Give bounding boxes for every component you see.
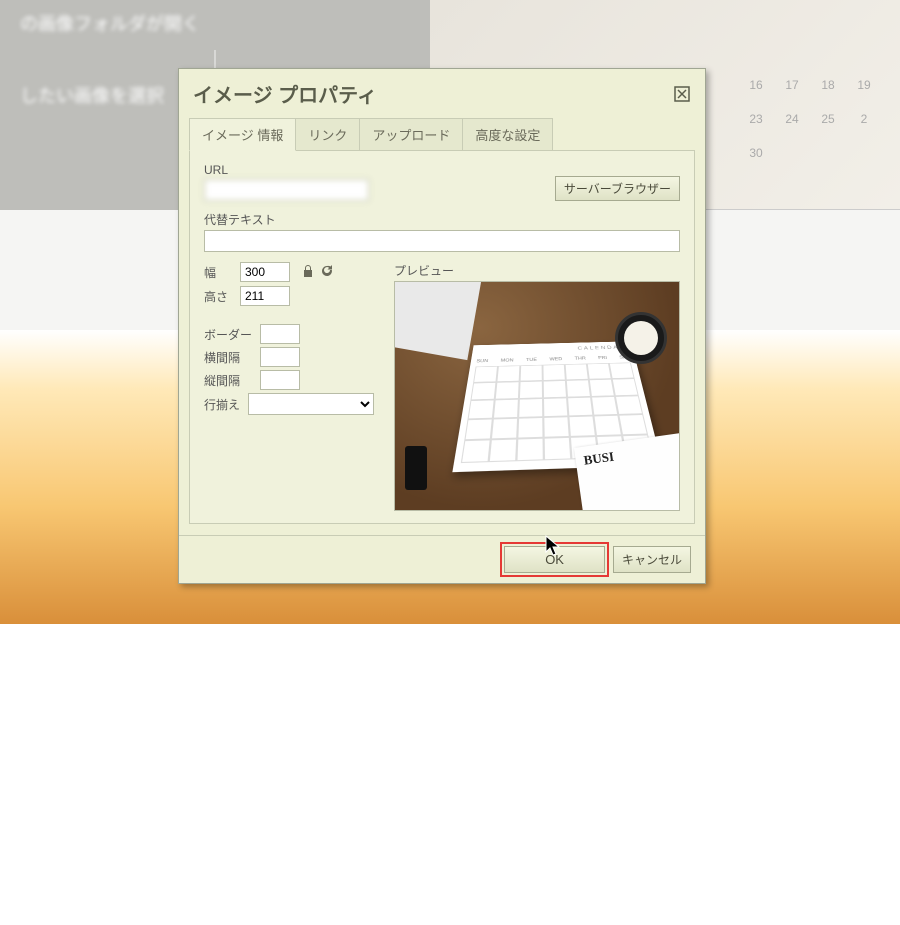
align-label: 行揃え — [204, 396, 244, 413]
ok-button[interactable]: OK — [504, 546, 605, 573]
preview-phone-icon — [405, 446, 427, 490]
alt-text-input[interactable] — [204, 230, 680, 252]
preview-column: プレビュー CALENDAR SUN MON TUE WED T — [394, 262, 680, 511]
vspace-label: 縦間隔 — [204, 372, 256, 389]
url-input[interactable] — [204, 179, 369, 201]
bg-instruction-line1: の画像フォルダが開く — [20, 10, 410, 36]
border-label: ボーダー — [204, 326, 256, 343]
border-input[interactable] — [260, 324, 300, 344]
tab-image-info[interactable]: イメージ 情報 — [189, 118, 296, 151]
dialog-close-button[interactable] — [673, 85, 691, 103]
dialog-footer: OK キャンセル — [179, 535, 705, 583]
vspace-input[interactable] — [260, 370, 300, 390]
width-input[interactable] — [240, 262, 290, 282]
tab-advanced[interactable]: 高度な設定 — [462, 118, 553, 151]
height-input[interactable] — [240, 286, 290, 306]
align-select[interactable] — [248, 393, 374, 415]
image-properties-dialog: イメージ プロパティ イメージ 情報 リンク アップロード 高度な設定 URL … — [178, 68, 706, 584]
tab-upload[interactable]: アップロード — [359, 118, 463, 151]
browse-server-button[interactable]: サーバーブラウザー — [555, 176, 680, 201]
size-and-spacing-column: 幅 高さ ボー — [204, 262, 374, 511]
hspace-input[interactable] — [260, 347, 300, 367]
preview-laptop-icon — [394, 281, 481, 360]
url-label: URL — [204, 163, 549, 177]
dialog-title-text: イメージ プロパティ — [193, 79, 377, 108]
preview-label: プレビュー — [394, 262, 680, 279]
tab-link[interactable]: リンク — [295, 118, 360, 151]
tab-body-image-info: URL サーバーブラウザー 代替テキスト 幅 — [189, 150, 695, 524]
width-label: 幅 — [204, 264, 234, 281]
close-icon — [674, 86, 690, 102]
dialog-titlebar: イメージ プロパティ — [179, 69, 705, 118]
hspace-label: 横間隔 — [204, 349, 256, 366]
alt-label: 代替テキスト — [204, 211, 680, 228]
bg-calendar-numbers: 16171819 2324252 30 — [738, 78, 882, 180]
reset-size-icon[interactable] — [320, 264, 334, 281]
lock-aspect-icon[interactable] — [302, 264, 314, 281]
height-label: 高さ — [204, 288, 234, 305]
preview-pane: CALENDAR SUN MON TUE WED THR FRI SAT — [394, 281, 680, 511]
dialog-tabs: イメージ 情報 リンク アップロード 高度な設定 — [179, 118, 705, 151]
cancel-button[interactable]: キャンセル — [613, 546, 691, 573]
preview-clock-icon — [615, 312, 667, 364]
